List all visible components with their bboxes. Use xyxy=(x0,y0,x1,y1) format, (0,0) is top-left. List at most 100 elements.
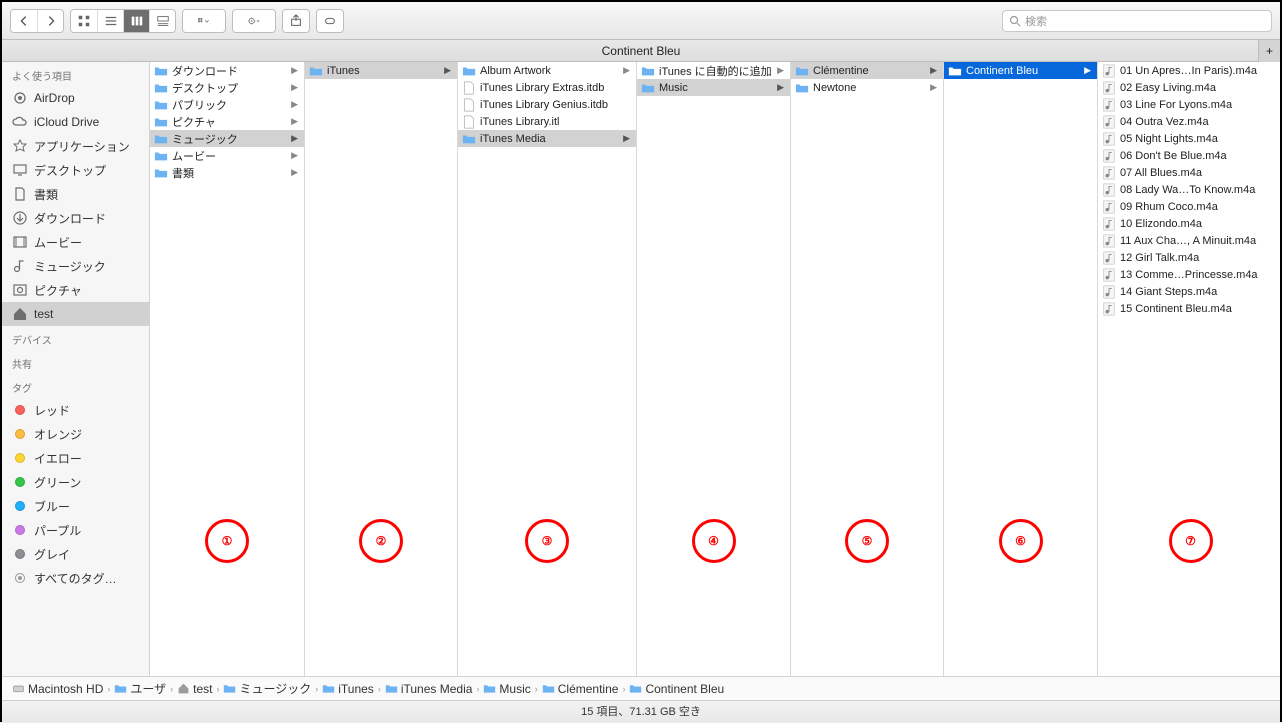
column-item[interactable]: Music▶ xyxy=(637,79,790,96)
share-button[interactable] xyxy=(283,10,309,32)
column-item[interactable]: ムービー▶ xyxy=(150,147,304,164)
sidebar-item-airdrop[interactable]: AirDrop xyxy=(2,86,149,110)
column-item[interactable]: iTunes▶ xyxy=(305,62,457,79)
column-item[interactable]: 13 Comme…Princesse.m4a xyxy=(1098,266,1280,283)
forward-button[interactable] xyxy=(37,10,63,32)
tag-item[interactable]: ブルー xyxy=(2,494,149,518)
search-field[interactable]: 検索 xyxy=(1002,10,1272,32)
column-view-button[interactable] xyxy=(123,10,149,32)
breadcrumb-label: ユーザ xyxy=(130,680,166,697)
breadcrumb-item[interactable]: Macintosh HD xyxy=(12,682,103,696)
breadcrumb-item[interactable]: test xyxy=(177,682,212,696)
item-label: iTunes xyxy=(327,65,440,77)
column-item[interactable]: iTunes に自動的に追加▶ xyxy=(637,62,790,79)
chevron-right-icon: ▶ xyxy=(777,65,784,76)
column-item[interactable]: ミュージック▶ xyxy=(150,130,304,147)
tag-item[interactable]: グレイ xyxy=(2,542,149,566)
item-label: 06 Don't Be Blue.m4a xyxy=(1120,150,1279,162)
breadcrumb-item[interactable]: Music xyxy=(483,682,530,696)
annotation-overlay: ③ xyxy=(458,510,636,563)
item-label: 14 Giant Steps.m4a xyxy=(1120,286,1279,298)
breadcrumb-item[interactable]: Clémentine xyxy=(542,682,619,696)
column-3[interactable]: Album Artwork▶iTunes Library Extras.itdb… xyxy=(458,62,637,676)
column-5[interactable]: Clémentine▶Newtone▶⑤ xyxy=(791,62,944,676)
chevron-right-icon: ▶ xyxy=(930,65,937,76)
column-item[interactable]: iTunes Media▶ xyxy=(458,130,636,147)
sidebar-item-movie[interactable]: ムービー xyxy=(2,230,149,254)
column-1[interactable]: ダウンロード▶デスクトップ▶パブリック▶ピクチャ▶ミュージック▶ムービー▶書類▶… xyxy=(150,62,305,676)
sidebar-item-cloud[interactable]: iCloud Drive xyxy=(2,110,149,134)
column-6[interactable]: Continent Bleu▶⑥ xyxy=(944,62,1098,676)
column-item[interactable]: 書類▶ xyxy=(150,164,304,181)
column-item[interactable]: 03 Line For Lyons.m4a xyxy=(1098,96,1280,113)
item-label: パブリック xyxy=(172,97,287,113)
column-item[interactable]: 02 Easy Living.m4a xyxy=(1098,79,1280,96)
tag-item[interactable]: グリーン xyxy=(2,470,149,494)
column-7[interactable]: 01 Un Apres…In Paris).m4a02 Easy Living.… xyxy=(1098,62,1280,676)
breadcrumb-item[interactable]: iTunes xyxy=(322,682,374,696)
column-item[interactable]: ダウンロード▶ xyxy=(150,62,304,79)
tags-button[interactable] xyxy=(317,10,343,32)
column-item[interactable]: 05 Night Lights.m4a xyxy=(1098,130,1280,147)
column-item[interactable]: 14 Giant Steps.m4a xyxy=(1098,283,1280,300)
column-item[interactable]: iTunes Library.itl xyxy=(458,113,636,130)
item-label: ピクチャ xyxy=(172,114,287,130)
icon-view-button[interactable] xyxy=(71,10,97,32)
column-item[interactable]: Continent Bleu▶ xyxy=(944,62,1097,79)
arrange-button[interactable] xyxy=(183,10,225,32)
sidebar-item-desktop[interactable]: デスクトップ xyxy=(2,158,149,182)
column-item[interactable]: ピクチャ▶ xyxy=(150,113,304,130)
tag-item[interactable]: すべてのタグ… xyxy=(2,566,149,590)
column-item[interactable]: 12 Girl Talk.m4a xyxy=(1098,249,1280,266)
column-item[interactable]: パブリック▶ xyxy=(150,96,304,113)
column-item[interactable]: iTunes Library Extras.itdb xyxy=(458,79,636,96)
sidebar-item-home[interactable]: test xyxy=(2,302,149,326)
tag-item[interactable]: パープル xyxy=(2,518,149,542)
column-item[interactable]: 08 Lady Wa…To Know.m4a xyxy=(1098,181,1280,198)
chevron-right-icon: ▶ xyxy=(291,150,298,161)
back-button[interactable] xyxy=(11,10,37,32)
tag-dot-icon xyxy=(12,474,28,490)
column-item[interactable]: 09 Rhum Coco.m4a xyxy=(1098,198,1280,215)
breadcrumb-separator: › xyxy=(378,684,381,694)
column-item[interactable]: 01 Un Apres…In Paris).m4a xyxy=(1098,62,1280,79)
column-item[interactable]: Clémentine▶ xyxy=(791,62,943,79)
column-item[interactable]: 07 All Blues.m4a xyxy=(1098,164,1280,181)
column-item[interactable]: 06 Don't Be Blue.m4a xyxy=(1098,147,1280,164)
column-item[interactable]: 11 Aux Cha…, A Minuit.m4a xyxy=(1098,232,1280,249)
sidebar-item-label: AirDrop xyxy=(34,91,75,105)
sidebar-item-doc[interactable]: 書類 xyxy=(2,182,149,206)
item-label: 03 Line For Lyons.m4a xyxy=(1120,99,1279,111)
sidebar-item-apps[interactable]: アプリケーション xyxy=(2,134,149,158)
tag-item[interactable]: レッド xyxy=(2,398,149,422)
breadcrumb-item[interactable]: ミュージック xyxy=(223,680,311,697)
item-label: 13 Comme…Princesse.m4a xyxy=(1120,269,1279,281)
column-2[interactable]: iTunes▶ ② xyxy=(305,62,458,676)
breadcrumb-separator: › xyxy=(622,684,625,694)
sidebar-item-music[interactable]: ミュージック xyxy=(2,254,149,278)
tag-label: レッド xyxy=(34,402,70,419)
breadcrumb-item[interactable]: iTunes Media xyxy=(385,682,473,696)
action-button[interactable] xyxy=(233,10,275,32)
coverflow-view-button[interactable] xyxy=(149,10,175,32)
breadcrumb-item[interactable]: Continent Bleu xyxy=(629,682,724,696)
tag-label: すべてのタグ… xyxy=(34,570,117,587)
column-item[interactable]: Newtone▶ xyxy=(791,79,943,96)
column-item[interactable]: 15 Continent Bleu.m4a xyxy=(1098,300,1280,317)
column-item[interactable]: iTunes Library Genius.itdb xyxy=(458,96,636,113)
sidebar-item-picture[interactable]: ピクチャ xyxy=(2,278,149,302)
chevron-right-icon: ▶ xyxy=(291,65,298,76)
column-item[interactable]: Album Artwork▶ xyxy=(458,62,636,79)
list-view-button[interactable] xyxy=(97,10,123,32)
sidebar-item-download[interactable]: ダウンロード xyxy=(2,206,149,230)
tag-item[interactable]: オレンジ xyxy=(2,422,149,446)
annotation-overlay: ② xyxy=(305,510,457,563)
tag-item[interactable]: イエロー xyxy=(2,446,149,470)
sidebar-item-label: ミュージック xyxy=(34,258,106,275)
column-item[interactable]: 04 Outra Vez.m4a xyxy=(1098,113,1280,130)
breadcrumb-item[interactable]: ユーザ xyxy=(114,680,166,697)
column-4[interactable]: iTunes に自動的に追加▶Music▶④ xyxy=(637,62,791,676)
column-item[interactable]: 10 Elizondo.m4a xyxy=(1098,215,1280,232)
column-item[interactable]: デスクトップ▶ xyxy=(150,79,304,96)
new-tab-button[interactable]: + xyxy=(1258,40,1280,62)
